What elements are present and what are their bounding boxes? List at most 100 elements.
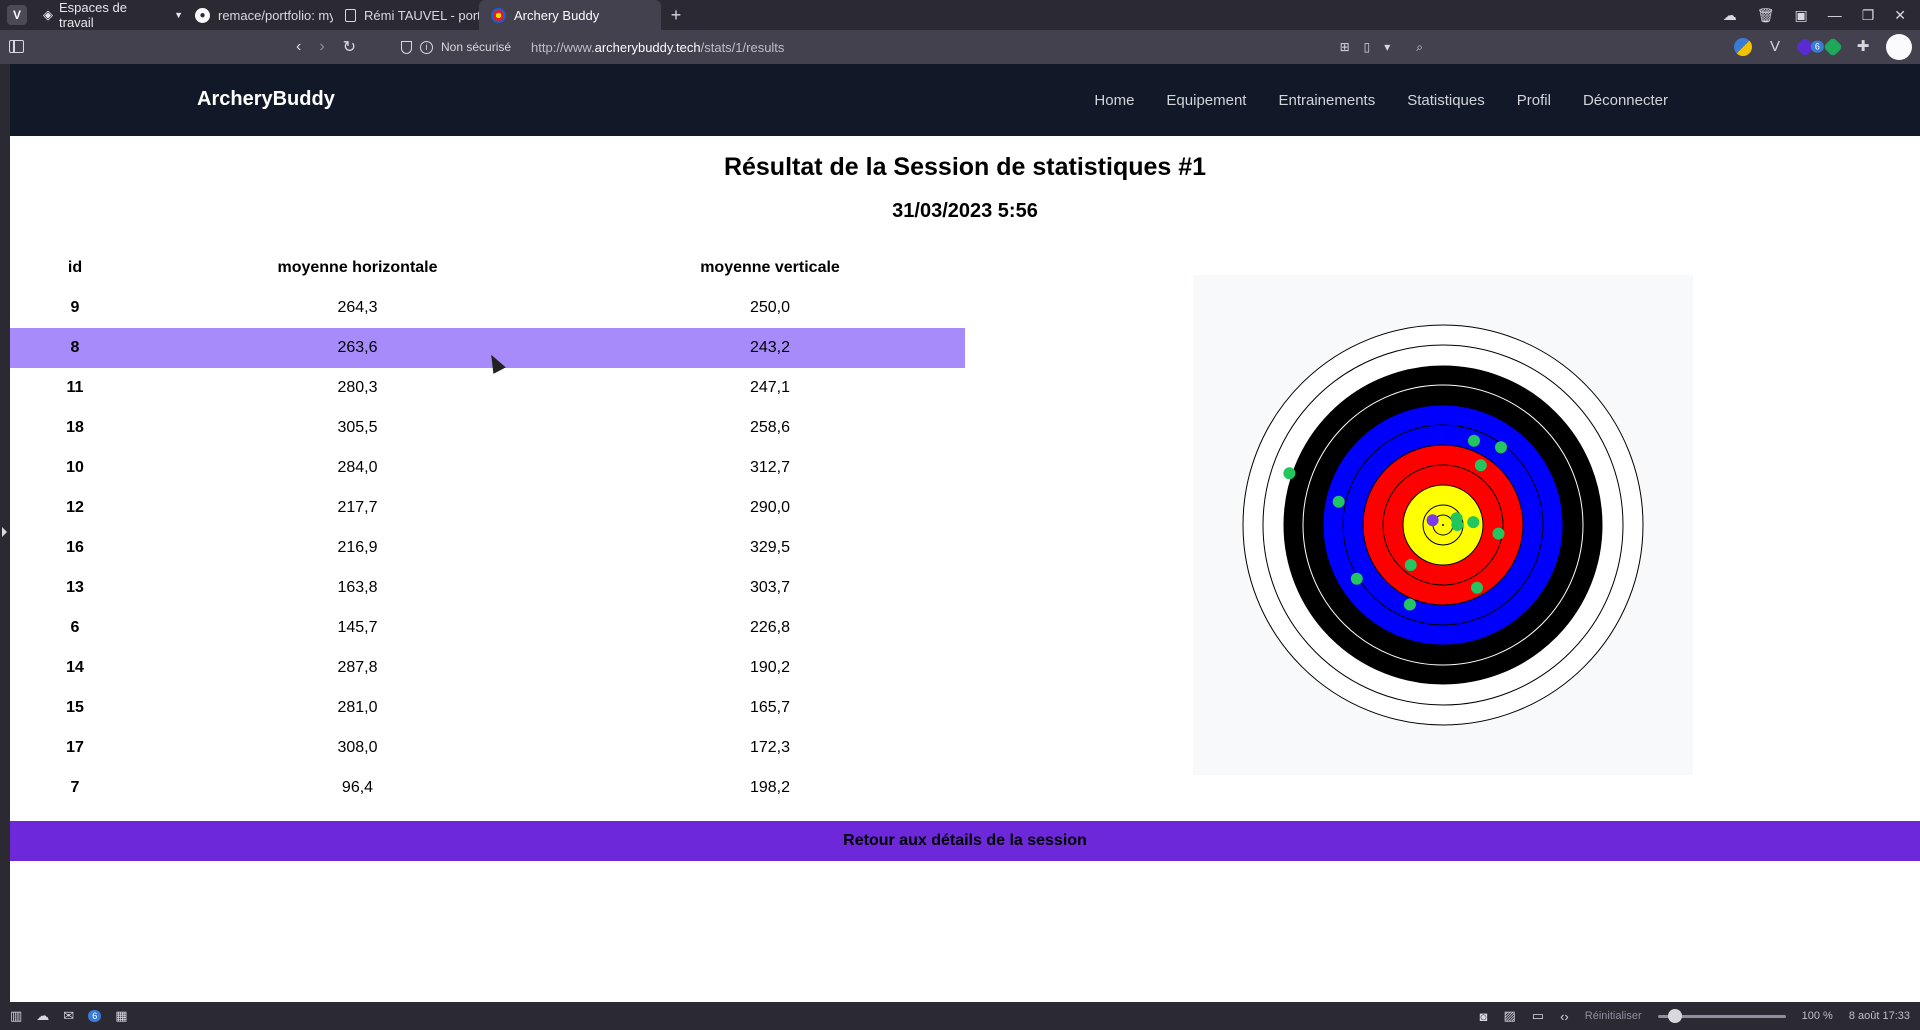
nav-equipement[interactable]: Equipement — [1166, 92, 1246, 109]
arrow-hit-marker — [1283, 467, 1296, 480]
tab-portfolio[interactable]: Rémi TAUVEL - portfolio — [333, 0, 479, 30]
table-row[interactable]: 13 163,8 303,7 — [10, 568, 965, 608]
extension-badge: 6 — [1810, 40, 1824, 53]
tile-icon[interactable]: ▣ — [1794, 7, 1807, 24]
reload-icon[interactable]: ↻ — [343, 37, 356, 57]
cell-vertical: 190,2 — [749, 659, 791, 676]
shield-icon[interactable] — [401, 40, 412, 54]
cell-vertical: 329,5 — [749, 539, 791, 556]
search-icon[interactable]: ⌕ — [1416, 40, 1423, 55]
cell-vertical: 226,8 — [749, 619, 791, 636]
cell-vertical: 247,1 — [749, 379, 791, 396]
cell-vertical: 198,2 — [749, 779, 791, 796]
table-row[interactable]: 10 284,0 312,7 — [10, 448, 965, 488]
extension-icon[interactable] — [1734, 38, 1752, 56]
document-icon — [345, 8, 356, 22]
image-icon[interactable]: ▨ — [1504, 1008, 1516, 1024]
new-tab-button[interactable]: + — [661, 5, 691, 26]
qr-code-icon[interactable]: ⊞ — [1340, 40, 1350, 54]
camera-icon[interactable]: ◙ — [1480, 1009, 1488, 1024]
workspaces-label: Espaces de travail — [59, 0, 127, 30]
back-icon[interactable]: ‹ — [296, 38, 301, 56]
info-icon[interactable]: i — [420, 40, 433, 54]
cloud-icon[interactable]: ☁ — [36, 1008, 49, 1024]
cell-vertical: 250,0 — [749, 299, 791, 316]
cell-id: 8 — [10, 328, 140, 368]
bookmark-icon[interactable]: ▯ — [1364, 40, 1371, 54]
tab-github[interactable]: ● remace/portfolio: my w... — [183, 0, 333, 30]
cell-horizontal: 216,9 — [337, 539, 378, 556]
table-row[interactable]: 15 281,0 165,7 — [10, 688, 965, 728]
cell-id: 12 — [66, 499, 84, 516]
table-row[interactable]: 6 145,7 226,8 — [10, 608, 965, 648]
forward-icon[interactable]: › — [319, 38, 324, 56]
minimize-icon[interactable]: — — [1828, 7, 1842, 23]
github-icon: ● — [195, 7, 210, 23]
cell-horizontal: 264,3 — [337, 299, 378, 316]
extension-icon[interactable] — [1823, 37, 1843, 57]
profile-avatar[interactable] — [1886, 34, 1912, 60]
table-row[interactable]: 14 287,8 190,2 — [10, 648, 965, 688]
extension-icon[interactable]: 6 — [1795, 37, 1824, 57]
nav-entrainements[interactable]: Entrainements — [1278, 92, 1375, 109]
cell-horizontal: 305,5 — [337, 419, 378, 436]
table-row[interactable]: 7 96,4 198,2 — [10, 768, 965, 808]
cell-horizontal: 145,7 — [337, 619, 378, 636]
back-to-session-button[interactable]: Retour aux détails de la session — [10, 821, 1920, 861]
cloud-icon[interactable]: ☁ — [1723, 7, 1737, 24]
tab-archery-buddy[interactable]: Archery Buddy — [479, 0, 661, 30]
table-row[interactable]: 12 217,7 290,0 — [10, 488, 965, 528]
side-panel-edge[interactable] — [0, 64, 10, 1002]
code-icon[interactable]: ‹› — [1560, 1009, 1569, 1024]
extensions-toolbar: V 6 ✚ — [1734, 30, 1912, 64]
zoom-slider-handle[interactable] — [1667, 1008, 1682, 1023]
cell-id: 10 — [66, 459, 84, 476]
brand-logo[interactable]: ArcheryBuddy — [197, 88, 335, 111]
clock: 8 août 17:33 — [1848, 1010, 1910, 1022]
table-row[interactable]: 11 280,3 247,1 — [10, 368, 965, 408]
panel-toggle-icon[interactable] — [9, 40, 24, 53]
table-row[interactable]: 17 308,0 172,3 — [10, 728, 965, 768]
nav-profil[interactable]: Profil — [1517, 92, 1551, 109]
nav-statistiques[interactable]: Statistiques — [1407, 92, 1485, 109]
arrow-hit-marker — [1495, 441, 1507, 454]
site-menu: Home Equipement Entrainements Statistiqu… — [1094, 64, 1668, 136]
window-icon[interactable]: ▭ — [1532, 1008, 1544, 1024]
cell-id: 11 — [66, 379, 84, 396]
cell-vertical: 290,0 — [749, 499, 791, 516]
restore-icon[interactable]: ❐ — [1862, 7, 1875, 24]
nav-deconnecter[interactable]: Déconnecter — [1583, 92, 1668, 109]
calendar-icon[interactable]: ▦ — [115, 1008, 127, 1024]
cell-id: 18 — [66, 419, 84, 436]
table-row[interactable]: 18 305,5 258,6 — [10, 408, 965, 448]
cell-id: 9 — [70, 299, 80, 316]
arrow-hit-marker — [1492, 527, 1505, 540]
cell-vertical: 312,7 — [749, 459, 791, 476]
cell-horizontal: 263,6 — [140, 328, 575, 368]
trash-icon[interactable]: 🗑 — [1757, 7, 1775, 24]
puzzle-icon[interactable]: ✚ — [1854, 38, 1872, 56]
close-icon[interactable]: ✕ — [1894, 7, 1906, 24]
browser-menu-button[interactable]: V — [7, 5, 27, 25]
status-right: ◙ ▨ ▭ ‹› Réinitialiser 100 % 8 août 17:3… — [1480, 1002, 1910, 1030]
url-text: http://www.archerybuddy.tech/stats/1/res… — [531, 39, 785, 55]
column-header-horizontal: moyenne horizontale — [277, 259, 438, 276]
vivaldi-v-icon[interactable]: V — [1766, 38, 1784, 56]
nav-home[interactable]: Home — [1094, 92, 1134, 109]
tab-title: Archery Buddy — [514, 7, 600, 23]
zoom-reset-button[interactable]: Réinitialiser — [1585, 1010, 1642, 1022]
security-label: Non sécurisé — [441, 40, 512, 54]
cell-id: 7 — [70, 779, 80, 796]
chevron-down-icon[interactable]: ▾ — [1384, 40, 1390, 54]
url-field[interactable]: i Non sécurisé http://www.archerybuddy.t… — [395, 35, 1423, 59]
cell-horizontal: 284,0 — [337, 459, 378, 476]
mail-icon[interactable]: ✉ — [63, 1008, 74, 1024]
table-row[interactable]: 9 264,3 250,0 — [10, 288, 965, 328]
cell-horizontal: 281,0 — [337, 699, 378, 716]
window-controls: ☁ 🗑 ▣ — ❐ ✕ — [1723, 0, 1920, 30]
workspaces-button[interactable]: ◈ Espaces de travail ▼ — [33, 0, 183, 30]
column-header-id: id — [67, 259, 83, 276]
table-row[interactable]: 16 216,9 329,5 — [10, 528, 965, 568]
zoom-slider[interactable] — [1657, 1008, 1786, 1023]
panels-icon[interactable]: ▥ — [10, 1008, 22, 1024]
